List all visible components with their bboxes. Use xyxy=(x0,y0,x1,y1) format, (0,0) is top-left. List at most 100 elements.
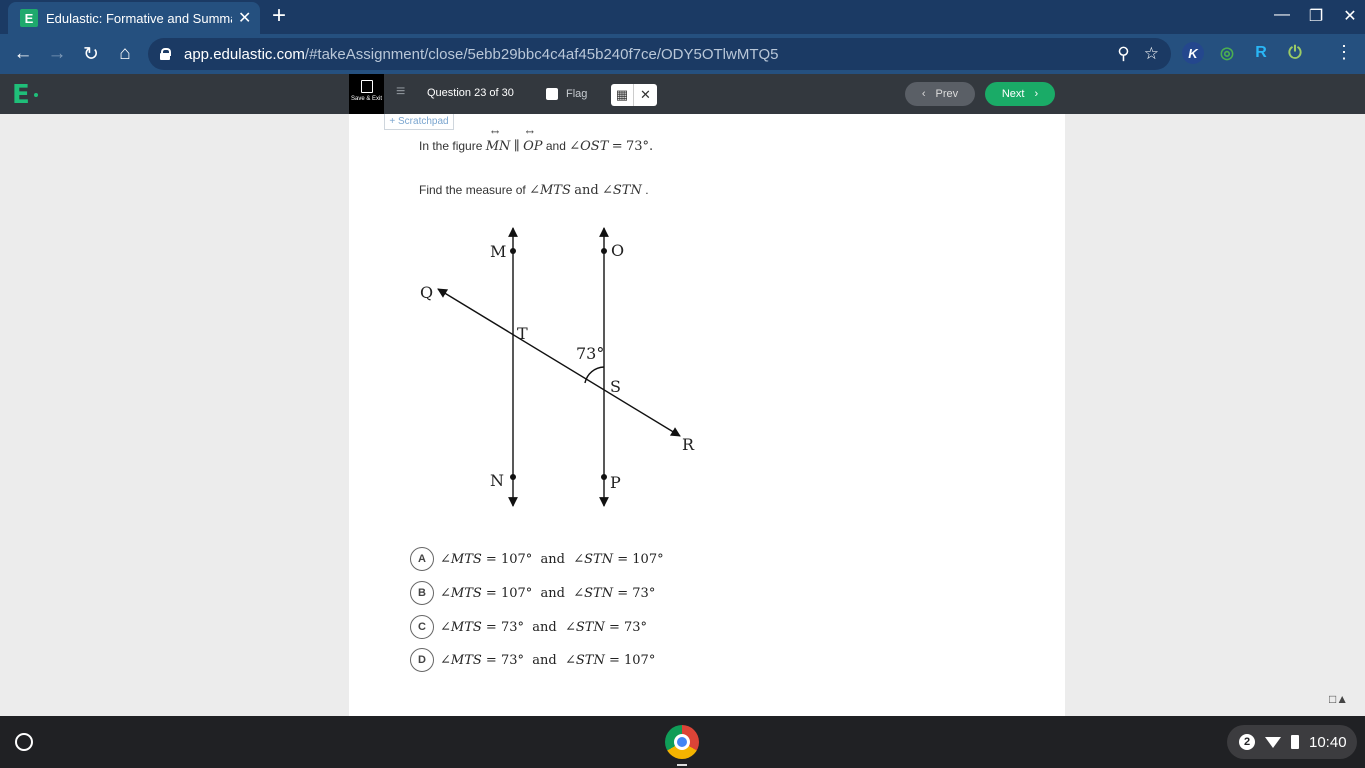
choice-c[interactable]: C ∠MTS = 73° and ∠STN = 73° xyxy=(410,615,647,639)
chrome-app-icon[interactable] xyxy=(665,725,699,759)
choice-d-angle-1: ∠MTS xyxy=(440,652,482,668)
choice-a-and: and xyxy=(540,551,565,567)
label-s: S xyxy=(610,377,621,396)
chart-icon[interactable]: □▲ xyxy=(1329,692,1348,706)
choice-d-letter[interactable]: D xyxy=(410,648,434,672)
stem2-and: and xyxy=(574,183,599,198)
scratchpad-button[interactable]: + Scratchpad xyxy=(384,114,454,130)
choice-b-text[interactable]: ∠MTS = 107° and ∠STN = 73° xyxy=(440,586,655,601)
tool-group: ▦ ✕ xyxy=(611,84,657,106)
choice-a-value-1: = 107° xyxy=(485,551,533,567)
label-n: N xyxy=(490,471,504,490)
wifi-icon xyxy=(1265,736,1281,748)
restore-icon[interactable]: ❐ xyxy=(1307,6,1325,26)
power-extension-icon[interactable]: ⏻ xyxy=(1284,42,1306,64)
next-button[interactable]: Next › xyxy=(985,82,1055,106)
battery-icon xyxy=(1291,735,1299,749)
choice-d-and: and xyxy=(532,652,557,668)
scratchpad-label: Scratchpad xyxy=(398,116,449,127)
url-path: /#takeAssignment/close/5ebb29bbc4c4af45b… xyxy=(304,45,779,63)
reload-button[interactable]: ↻ xyxy=(74,37,108,71)
parallel-symbol: ∥ xyxy=(513,139,520,154)
browser-tab[interactable]: E Edulastic: Formative and Summa ✕ xyxy=(8,2,260,34)
stem-equals: = xyxy=(611,139,623,154)
point-m xyxy=(510,248,516,254)
back-button[interactable]: ← xyxy=(6,37,40,71)
save-exit-button[interactable]: Save & Exit xyxy=(349,74,384,114)
status-tray[interactable]: 2 10:40 xyxy=(1227,725,1357,759)
choice-a-letter[interactable]: A xyxy=(410,547,434,571)
question-menu-icon[interactable]: ≡ xyxy=(396,83,405,101)
chevron-left-icon: ‹ xyxy=(921,88,926,100)
notification-count: 2 xyxy=(1239,734,1255,750)
url-text[interactable]: app.edulastic.com/#takeAssignment/close/… xyxy=(184,46,779,63)
angle-ost-value: 73°. xyxy=(625,139,654,154)
angle-mts: ∠MTS xyxy=(529,183,571,198)
save-exit-label: Save & Exit xyxy=(350,96,382,102)
stem-prefix: In the figure xyxy=(419,139,483,153)
label-angle-73: 73° xyxy=(576,344,604,363)
forward-button[interactable]: → xyxy=(40,37,74,71)
stem2-suffix: . xyxy=(645,183,649,197)
choice-b[interactable]: B ∠MTS = 107° and ∠STN = 73° xyxy=(410,581,655,605)
omnibox-icons: ⚲ ☆ xyxy=(1117,44,1159,64)
choice-a-text[interactable]: ∠MTS = 107° and ∠STN = 107° xyxy=(440,552,664,567)
screencast-extension-icon[interactable]: ◎ xyxy=(1216,42,1238,64)
stem2-prefix: Find the measure of xyxy=(419,183,526,197)
calculator-icon[interactable]: ▦ xyxy=(611,84,634,106)
label-m: M xyxy=(490,242,506,261)
launcher-icon[interactable] xyxy=(15,733,33,751)
prev-button[interactable]: ‹ Prev xyxy=(905,82,975,106)
point-n xyxy=(510,474,516,480)
flag-label: Flag xyxy=(566,88,588,100)
extensions: K ◎ R ⏻ xyxy=(1182,42,1306,64)
choice-a-value-2: = 107° xyxy=(617,551,664,567)
flag-toggle[interactable]: Flag xyxy=(546,88,587,100)
browser-toolbar: ← → ↻ ⌂ app.edulastic.com/#takeAssignmen… xyxy=(0,34,1365,74)
angle-ost: ∠OST xyxy=(569,139,609,154)
label-r: R xyxy=(682,435,695,454)
close-icon[interactable]: ✕ xyxy=(1341,6,1359,26)
choice-d-text[interactable]: ∠MTS = 73° and ∠STN = 107° xyxy=(440,653,655,668)
address-bar[interactable]: app.edulastic.com/#takeAssignment/close/… xyxy=(148,38,1171,70)
point-o xyxy=(601,248,607,254)
choice-d-value-1: = 73° xyxy=(485,652,524,668)
label-p: P xyxy=(610,473,621,492)
browser-menu-icon[interactable]: ⋮ xyxy=(1335,42,1353,63)
logo-dot xyxy=(34,93,38,97)
clock: 10:40 xyxy=(1309,733,1347,751)
edulastic-logo: E xyxy=(12,80,30,110)
question-counter[interactable]: Question 23 of 30 xyxy=(427,87,514,99)
home-button[interactable]: ⌂ xyxy=(108,37,142,71)
line-mn: MN xyxy=(486,139,511,154)
read-write-extension-icon[interactable]: R xyxy=(1250,42,1272,64)
choice-d[interactable]: D ∠MTS = 73° and ∠STN = 107° xyxy=(410,648,655,672)
search-icon[interactable]: ⚲ xyxy=(1117,44,1129,64)
choice-a[interactable]: A ∠MTS = 107° and ∠STN = 107° xyxy=(410,547,664,571)
choice-c-value-2: = 73° xyxy=(608,619,648,635)
lock-icon[interactable] xyxy=(160,48,171,60)
transversal-qr-shape xyxy=(437,288,681,437)
tab-close-icon[interactable]: ✕ xyxy=(238,8,251,28)
choice-d-value-2: = 107° xyxy=(608,652,656,668)
star-icon[interactable]: ☆ xyxy=(1144,44,1159,64)
choice-c-and: and xyxy=(532,619,557,635)
os-shelf: 2 10:40 xyxy=(0,716,1365,768)
chevron-right-icon: › xyxy=(1034,88,1039,100)
choice-b-letter[interactable]: B xyxy=(410,581,434,605)
eliminator-icon[interactable]: ✕ xyxy=(634,84,657,106)
choice-a-angle-1: ∠MTS xyxy=(440,551,482,567)
minimize-icon[interactable]: — xyxy=(1273,6,1291,26)
choice-c-letter[interactable]: C xyxy=(410,615,434,639)
kami-extension-icon[interactable]: K xyxy=(1182,42,1204,64)
angle-stn: ∠STN xyxy=(602,183,642,198)
flag-checkbox[interactable] xyxy=(546,88,558,100)
choice-c-angle-2: ∠STN xyxy=(564,619,605,635)
choice-c-text[interactable]: ∠MTS = 73° and ∠STN = 73° xyxy=(440,620,647,635)
browser-tab-strip: E Edulastic: Formative and Summa ✕ + — ❐… xyxy=(0,0,1365,34)
choice-a-angle-2: ∠STN xyxy=(573,551,614,567)
next-label: Next xyxy=(1001,88,1025,100)
new-tab-button[interactable]: + xyxy=(272,4,286,28)
choice-b-value-1: = 107° xyxy=(485,585,533,601)
tab-title: Edulastic: Formative and Summa xyxy=(46,10,232,26)
